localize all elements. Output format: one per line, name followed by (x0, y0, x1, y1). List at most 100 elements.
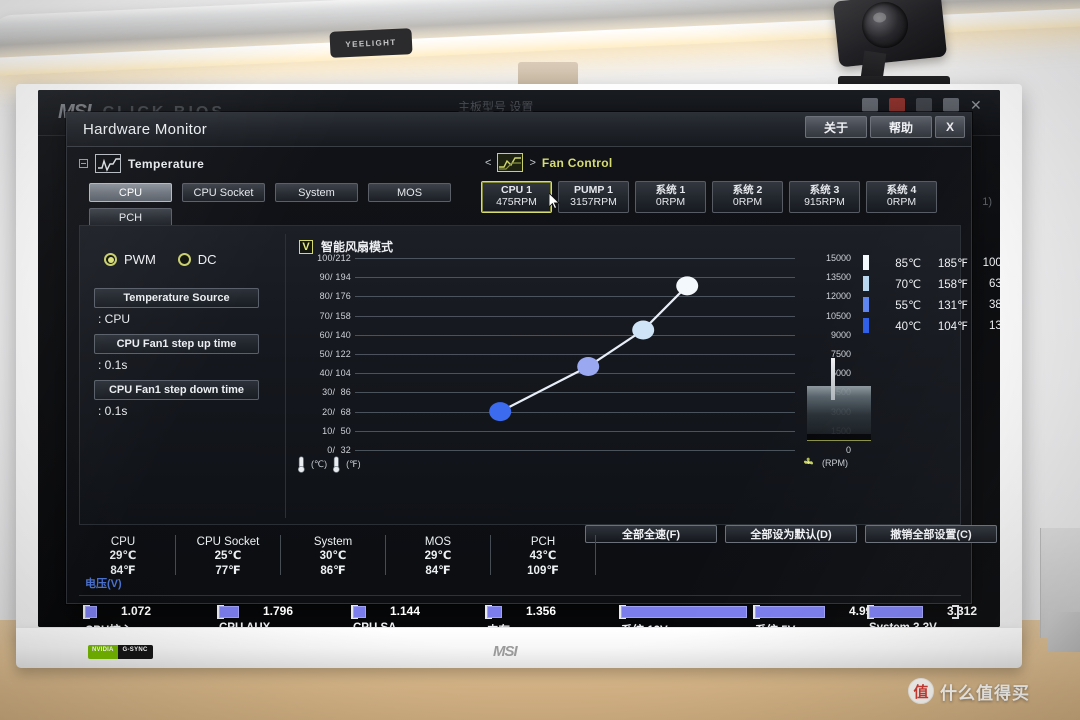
chart-legend: 85℃ 185℉ 100% 70℃ 158℉ 63% 55℃ 131℉ 38% 40℃ 104℉ 13… (863, 252, 1000, 336)
readout-name: MOS (424, 536, 452, 548)
voltage-value: 1.796 (263, 604, 294, 618)
temperature-units-row: (℃) (℉) (297, 456, 361, 473)
rpm-unit-row: (RPM) (801, 456, 848, 469)
voltage-bar-fill (219, 606, 239, 618)
voltage-track: 3.312 (867, 604, 977, 619)
bios-right-label: 1) (982, 196, 992, 208)
monitor-frame: MSI CLICK BIOS 主板型号 设置 ✕ 1) Hardwar (16, 84, 1022, 636)
fan-curve-point-4[interactable] (676, 276, 699, 296)
fan-graph-icon (497, 153, 524, 172)
fan-tab-sys4[interactable]: 系统 4 0RPM (866, 181, 937, 213)
chart-y-tick: 40/ 104 (319, 368, 351, 379)
readout-separator (490, 535, 491, 575)
voltage-track: 4.990 (753, 604, 879, 619)
voltage-track: 1.796 (217, 604, 347, 619)
voltage-item: 12.048系统 12V (619, 604, 808, 627)
chart-y-tick: 30/ 86 (322, 387, 351, 398)
fan-tab-sys1[interactable]: 系统 1 0RPM (635, 181, 706, 213)
watermark-text: 什么值得买 (940, 683, 1030, 703)
step-down-time-button[interactable]: CPU Fan1 step down time (94, 380, 259, 400)
radio-pwm[interactable]: PWM (104, 252, 156, 267)
fan-curve-point-2[interactable] (577, 356, 600, 376)
voltage-item: 1.072CPU核心 (83, 604, 213, 627)
temperature-readout: CPU Socket 25℃ 77℉ (184, 535, 272, 578)
step-up-time-button[interactable]: CPU Fan1 step up time (94, 334, 259, 354)
legend-temp-f: 158℉ (937, 278, 968, 291)
fan-curve-point-3[interactable] (632, 320, 655, 340)
bios-record-icon[interactable] (889, 98, 905, 112)
fan-curve-chart: V 智能风扇模式 100/212 90/ 194 80/ 176 70/ 158 60/… (293, 234, 1000, 520)
temperature-readout: System 30℃ 86℉ (289, 535, 377, 578)
fan-curve-point-1[interactable] (489, 402, 512, 422)
fan-curve-line[interactable] (355, 258, 795, 450)
temp-tab-cpu-socket[interactable]: CPU Socket (182, 183, 265, 202)
thermometer-fahrenheit-icon (333, 456, 340, 473)
window-title-bar: Hardware Monitor 关于 帮助 X (67, 113, 971, 147)
fan-tab-sys2-rpm: 0RPM (732, 196, 763, 208)
bios-boot-icon[interactable] (943, 98, 959, 112)
thermometer-celsius-icon (297, 456, 305, 473)
voltage-value: 1.072 (121, 604, 152, 618)
readout-separator (385, 535, 386, 575)
about-button[interactable]: 关于 (804, 116, 867, 138)
radio-dc[interactable]: DC (177, 252, 217, 267)
chart-rpm-tick: 0 (845, 445, 851, 455)
temperature-tab-group: CPU CPU Socket System MOS PCH (89, 183, 459, 227)
legend-duty: 63% (988, 277, 1000, 290)
temperature-readout-row: CPU 29℃ 84℉ CPU Socket 25℃ 77℉ System 30℃ 86℉ MOS… (79, 535, 961, 581)
chart-rpm-tick: 9000 (830, 329, 851, 340)
chart-plot-area[interactable] (355, 258, 871, 451)
monitor-bottom-bezel (16, 628, 1022, 668)
watermark-mark: 值 (908, 678, 934, 704)
close-button[interactable]: X (934, 116, 965, 138)
gsync-badge: NVIDIA G-SYNC (88, 645, 153, 659)
temp-tab-cpu[interactable]: CPU (89, 183, 172, 202)
legend-duty: 13% (988, 319, 1000, 332)
bios-cpu-icon[interactable] (862, 98, 878, 112)
temp-tab-system[interactable]: System (275, 183, 358, 202)
chart-y-tick: 60/ 140 (319, 329, 351, 340)
temp-tab-mos[interactable]: MOS (368, 183, 451, 202)
window-body: Temperature < > Fan Control CPU CPU Sock… (67, 151, 1000, 627)
readout-celsius: 43℃ (529, 550, 557, 563)
legend-color-swatch (863, 297, 869, 312)
voltage-bar-fill (487, 606, 502, 618)
desk-object-right-2 (1048, 612, 1080, 652)
temperature-source-block: Temperature Source : CPU (94, 288, 259, 326)
temperature-source-button[interactable]: Temperature Source (94, 288, 259, 308)
celsius-unit-label: (℃) (311, 459, 328, 469)
voltage-item: 4.990系统 5V (753, 604, 879, 627)
fan-tab-cpu1[interactable]: CPU 1 475RPM (481, 181, 560, 213)
chart-y-tick: 70/ 158 (319, 310, 351, 321)
radio-pwm-icon (104, 253, 117, 266)
title-bar-buttons: 关于 帮助 X (804, 116, 965, 138)
legend-temp-c: 40℃ (895, 320, 921, 333)
next-arrow-icon[interactable]: > (529, 157, 535, 169)
bios-close-icon[interactable]: ✕ (970, 98, 986, 112)
legend-temp-c: 55℃ (895, 299, 921, 312)
legend-row: 85℃ 185℉ 100% (863, 252, 1000, 273)
legend-temp-f: 185℉ (937, 257, 968, 270)
legend-duty: 100% (982, 256, 1000, 269)
fan-tab-sys2[interactable]: 系统 2 0RPM (712, 181, 783, 213)
fan-speed-indicator-box (807, 386, 871, 434)
step-up-time-value: : 0.1s (98, 358, 128, 372)
fahrenheit-unit-label: (℉) (346, 459, 361, 469)
voltage-track: 1.356 (485, 604, 615, 619)
step-down-time-block: CPU Fan1 step down time : 0.1s (94, 380, 259, 418)
prev-arrow-icon[interactable]: < (485, 157, 491, 169)
readout-name: CPU (110, 536, 136, 548)
fan-tab-pump1[interactable]: PUMP 1 3157RPM (558, 181, 629, 213)
chart-y-axis-labels: 100/212 90/ 194 80/ 176 70/ 158 60/ 140 50/ 1… (293, 253, 351, 455)
help-button[interactable]: 帮助 (869, 116, 932, 138)
readout-celsius: 29℃ (109, 550, 137, 563)
fan-control-section-header: < > Fan Control (485, 153, 613, 172)
panel-divider (285, 234, 286, 518)
chart-y-tick: 20/ 68 (322, 406, 351, 417)
fan-tab-pump1-rpm: 3157RPM (570, 196, 617, 208)
bios-screenshot-icon[interactable] (916, 98, 932, 112)
collapse-icon[interactable] (79, 159, 88, 168)
fan-tab-sys3[interactable]: 系统 3 915RPM (789, 181, 860, 213)
fan-mode-radio-group: PWM DC (104, 252, 217, 267)
readout-separator (280, 535, 281, 575)
